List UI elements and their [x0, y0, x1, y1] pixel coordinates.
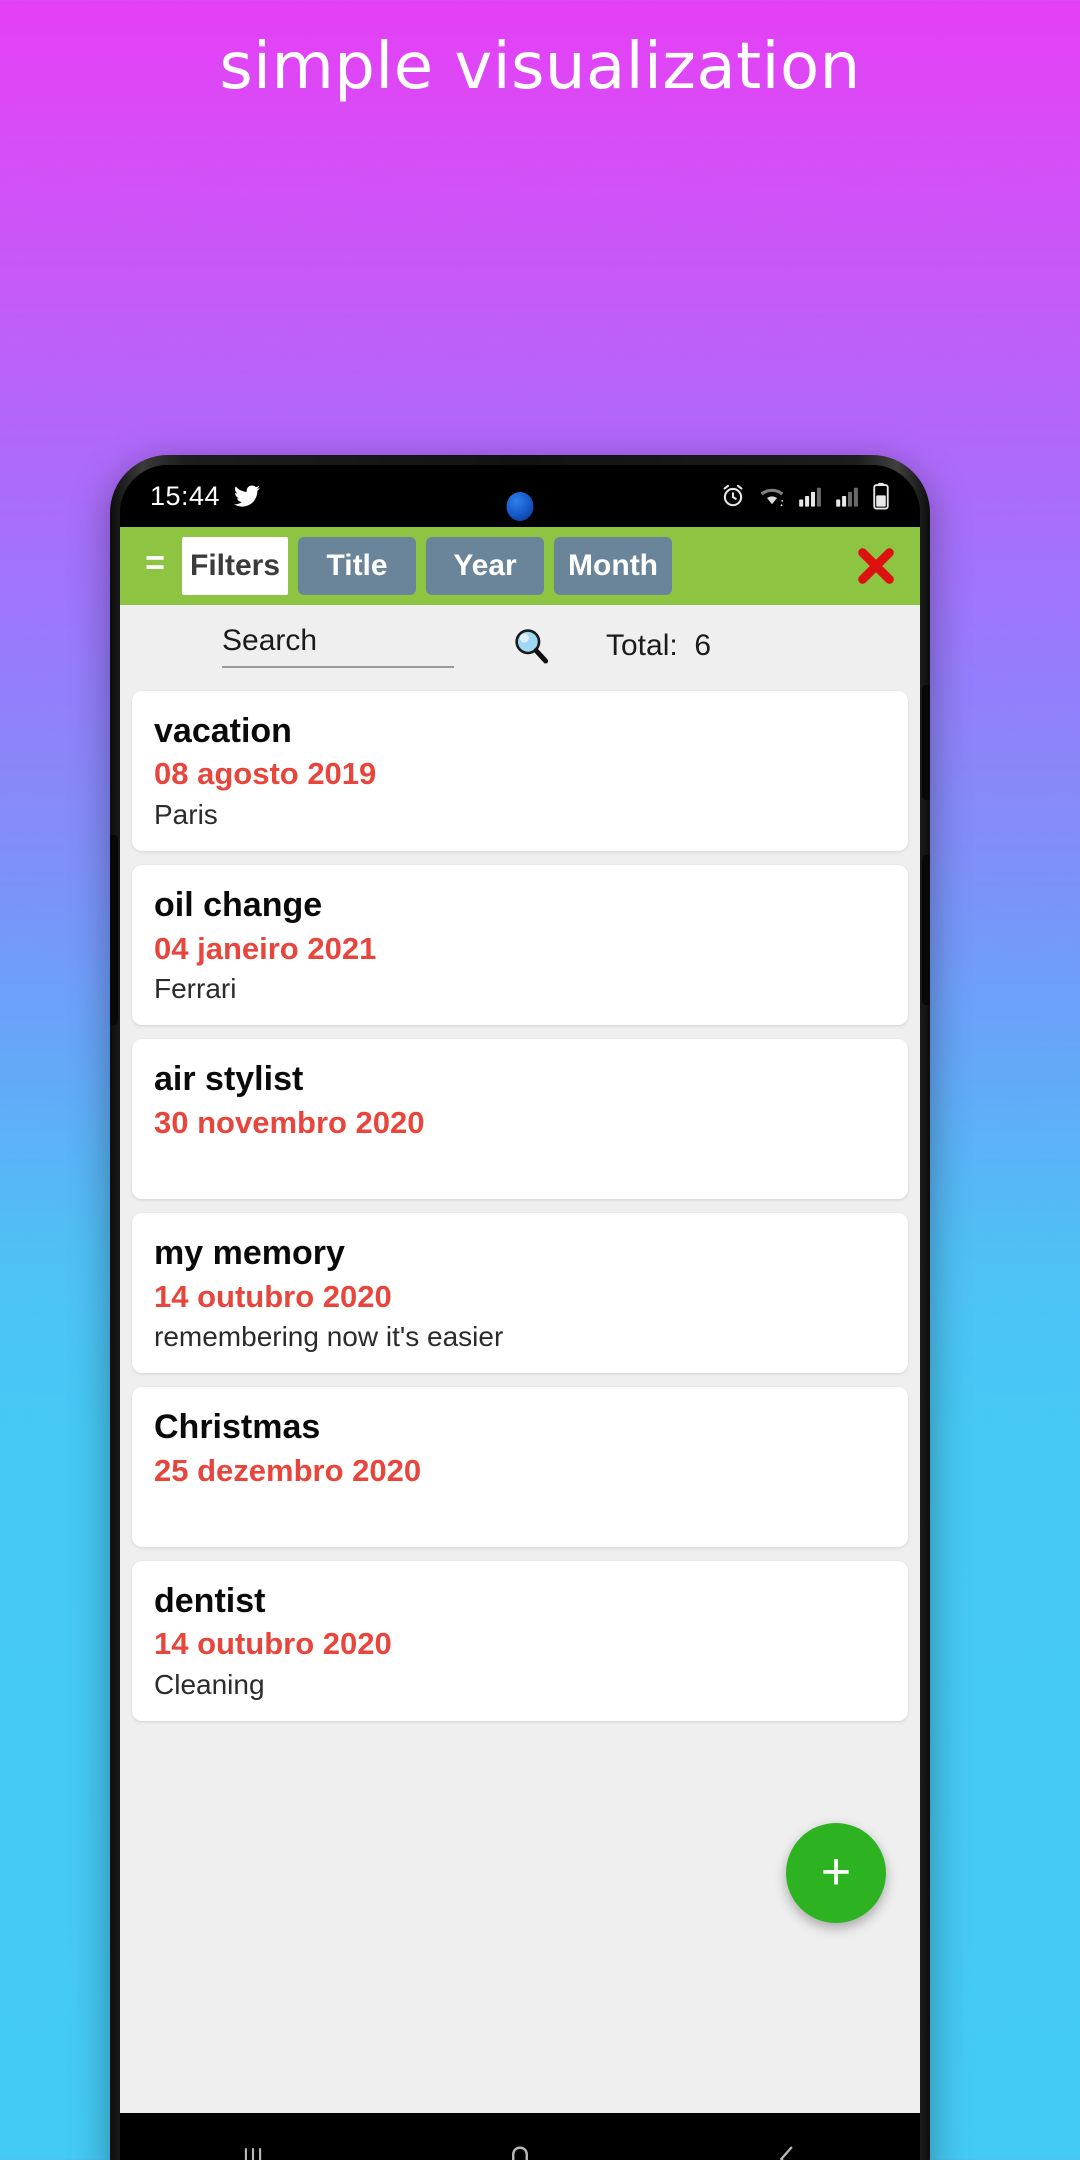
magnifier-icon[interactable]	[508, 623, 554, 669]
app-toolbar: = Filters Title Year Month	[120, 527, 920, 605]
filter-button-year[interactable]: Year	[426, 537, 545, 595]
hamburger-menu-icon[interactable]: =	[138, 546, 172, 581]
battery-icon	[872, 482, 890, 510]
search-row: Search Total: 6	[120, 605, 920, 687]
list-item-title: oil change	[154, 886, 323, 925]
filters-label: Filters	[182, 537, 289, 595]
android-nav-bar	[120, 2113, 920, 2160]
list-item[interactable]: dentist 14 outubro 2020 Cleaning	[132, 1561, 908, 1722]
list-item-subtitle: Paris	[154, 798, 218, 830]
signal-2-icon	[835, 484, 861, 508]
total-value: 6	[694, 629, 712, 662]
status-bar-time: 15:44	[150, 480, 221, 511]
filter-button-title[interactable]: Title	[298, 537, 417, 595]
list-item-title: my memory	[154, 1234, 345, 1273]
list-item-title: dentist	[154, 1582, 266, 1620]
phone-side-button-left[interactable]	[110, 835, 118, 1025]
app-content: = Filters Title Year Month Search Total:…	[120, 527, 920, 2113]
recents-icon[interactable]	[198, 2124, 308, 2160]
add-button[interactable]: +	[786, 1823, 886, 1923]
alarm-icon	[720, 483, 746, 509]
list-item[interactable]: oil change 04 janeiro 2021 Ferrari	[132, 865, 908, 1026]
list-item-title: Christmas	[154, 1408, 321, 1447]
back-icon[interactable]	[732, 2124, 842, 2160]
list-item-date: 30 novembro 2020	[154, 1104, 425, 1140]
front-camera-icon	[506, 492, 534, 521]
list-item-subtitle: Cleaning	[154, 1668, 265, 1700]
phone-frame: 15:44 = Filters Title Year Month Search …	[110, 455, 930, 2160]
list-item-date: 04 janeiro 2021	[154, 930, 377, 966]
list-item[interactable]: Christmas 25 dezembro 2020	[132, 1387, 908, 1547]
list-item[interactable]: my memory 14 outubro 2020 remembering no…	[132, 1213, 908, 1374]
list-item-date: 25 dezembro 2020	[154, 1452, 422, 1488]
twitter-icon	[232, 483, 262, 509]
list-item-subtitle: Ferrari	[154, 972, 237, 1004]
total-label-text: Total:	[606, 629, 678, 662]
list-item-date: 14 outubro 2020	[154, 1278, 392, 1314]
list-item-subtitle	[154, 1493, 886, 1529]
list-item[interactable]: vacation 08 agosto 2019 Paris	[132, 691, 908, 852]
phone-side-button-right-upper[interactable]	[922, 685, 930, 800]
home-icon[interactable]	[465, 2124, 575, 2160]
signal-icon	[798, 484, 824, 508]
promo-title: simple visualization	[219, 30, 861, 104]
total-count: Total: 6	[606, 629, 711, 663]
status-bar: 15:44	[120, 465, 920, 537]
filter-button-month[interactable]: Month	[554, 537, 673, 595]
plus-icon: +	[820, 1843, 852, 1902]
phone-screen: 15:44 = Filters Title Year Month Search …	[120, 465, 920, 2160]
list-item-date: 08 agosto 2019	[154, 756, 377, 792]
phone-side-button-right-lower[interactable]	[922, 855, 930, 1005]
list-item-date: 14 outubro 2020	[154, 1626, 392, 1662]
list-item[interactable]: air stylist 30 novembro 2020	[132, 1039, 908, 1200]
close-icon[interactable]	[852, 542, 900, 590]
search-input[interactable]: Search	[222, 624, 454, 668]
list-item-subtitle	[154, 1145, 886, 1181]
search-placeholder: Search	[222, 624, 318, 657]
wifi-icon	[757, 483, 787, 509]
list-item-title: air stylist	[154, 1060, 304, 1099]
list-item-title: vacation	[154, 712, 292, 750]
list-item-subtitle: remembering now it's easier	[154, 1320, 504, 1352]
